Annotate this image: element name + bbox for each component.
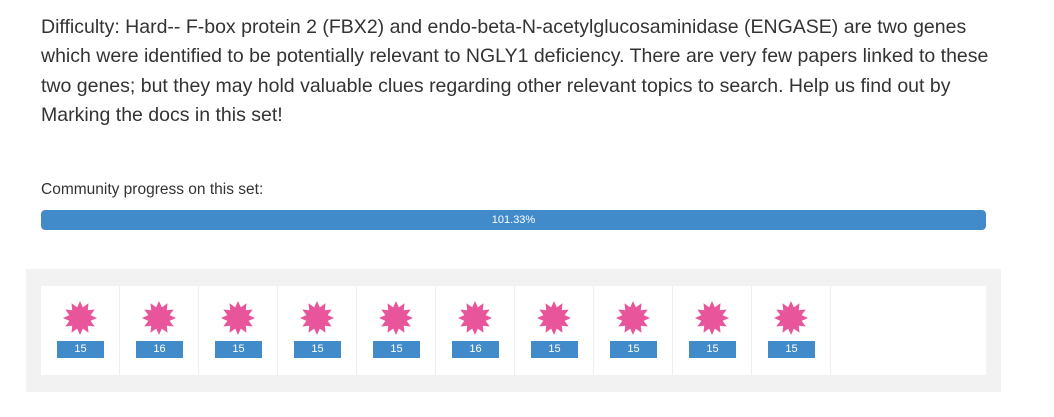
document-item[interactable]: 15 xyxy=(752,286,831,375)
document-count-badge: 16 xyxy=(452,341,499,358)
document-item[interactable]: 15 xyxy=(673,286,752,375)
starburst-icon xyxy=(221,301,255,335)
starburst-icon xyxy=(537,301,571,335)
document-item[interactable]: 15 xyxy=(594,286,673,375)
starburst-icon xyxy=(379,301,413,335)
starburst-icon xyxy=(142,301,176,335)
starburst-icon xyxy=(616,301,650,335)
document-count-badge: 15 xyxy=(373,341,420,358)
document-count-badge: 15 xyxy=(57,341,104,358)
progress-percent-text: 101.33% xyxy=(491,214,536,226)
document-item[interactable]: 15 xyxy=(199,286,278,375)
document-list: 15 16 15 15 15 16 15 15 15 15 xyxy=(41,286,986,375)
document-panel: 15 16 15 15 15 16 15 15 15 15 xyxy=(26,269,1001,392)
document-count-badge: 15 xyxy=(768,341,815,358)
starburst-icon xyxy=(63,301,97,335)
document-count-badge: 15 xyxy=(610,341,657,358)
starburst-icon xyxy=(695,301,729,335)
document-item[interactable]: 15 xyxy=(515,286,594,375)
progress-bar-fill: 101.33% xyxy=(41,210,986,230)
document-count-badge: 15 xyxy=(531,341,578,358)
document-count-badge: 16 xyxy=(136,341,183,358)
progress-label: Community progress on this set: xyxy=(41,181,264,198)
community-progress-bar: 101.33% xyxy=(41,210,986,230)
document-item[interactable]: 15 xyxy=(357,286,436,375)
starburst-icon xyxy=(774,301,808,335)
document-count-badge: 15 xyxy=(294,341,341,358)
starburst-icon xyxy=(300,301,334,335)
document-count-badge: 15 xyxy=(215,341,262,358)
document-count-badge: 15 xyxy=(689,341,736,358)
document-item[interactable]: 15 xyxy=(278,286,357,375)
document-item[interactable]: 16 xyxy=(120,286,199,375)
document-item[interactable]: 16 xyxy=(436,286,515,375)
starburst-icon xyxy=(458,301,492,335)
task-description: Difficulty: Hard-- F-box protein 2 (FBX2… xyxy=(41,16,989,126)
document-item[interactable]: 15 xyxy=(41,286,120,375)
